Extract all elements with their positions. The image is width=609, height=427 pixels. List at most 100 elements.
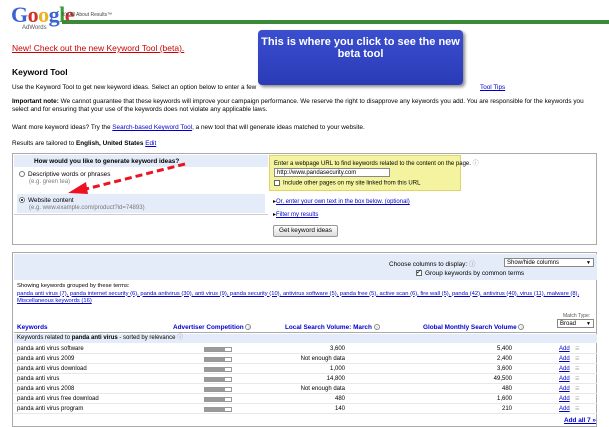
note-text: We cannot guarantee that these keywords …: [12, 98, 584, 113]
col-keywords[interactable]: Keywords: [17, 324, 48, 331]
own-text-option[interactable]: ▸Or, enter your own text in the box belo…: [273, 198, 410, 205]
local-volume-cell: 1,000: [329, 366, 345, 372]
url-prompt: Enter a webpage URL to find keywords rel…: [274, 161, 479, 167]
group-keywords-label: Group keywords by common terms: [425, 270, 525, 277]
filter-link[interactable]: Filter my results: [276, 212, 318, 218]
grouped-prefix: Showing keywords grouped by these terms:: [17, 283, 130, 289]
table-row: panda anti virus download 1,000 3,600 Add ☰: [14, 365, 597, 374]
header-bar: [62, 20, 609, 24]
keyword-cell: panda anti virus: [17, 376, 60, 382]
include-pages-option[interactable]: Include other pages on my site linked fr…: [274, 180, 420, 187]
get-keyword-ideas-button[interactable]: Get keyword ideas: [273, 225, 338, 237]
chevron-down-icon: ▼: [586, 260, 591, 266]
add-keyword-link[interactable]: Add: [559, 405, 570, 414]
website-label: Website content: [28, 197, 74, 204]
own-text-link[interactable]: Or, enter your own text in the box below…: [276, 199, 410, 205]
options-left-footer: [14, 214, 268, 245]
new-keyword-tool-link[interactable]: New! Check out the new Keyword Tool (bet…: [12, 43, 184, 53]
competition-bar-fill: [205, 358, 225, 361]
add-keyword-link[interactable]: Add: [559, 365, 570, 374]
more-suffix: , a new tool that will generate ideas ma…: [192, 124, 365, 131]
competition-bar: [204, 357, 232, 362]
table-row: panda anti virus software 3,600 5,400 Add ☰: [14, 345, 597, 354]
competition-bar: [204, 387, 232, 392]
search-based-tool-link[interactable]: Search-based Keyword Tool: [112, 124, 192, 131]
global-volume-cell: 5,400: [496, 346, 512, 352]
more-ideas-text: Want more keyword ideas? Try the Search-…: [12, 124, 365, 131]
competition-bar-fill: [205, 368, 225, 371]
red-arrow-annotation: [68, 162, 186, 194]
filter-option[interactable]: ▸Filter my results: [273, 211, 318, 218]
grouped-terms-links[interactable]: panda anti virus (7), panda internet sec…: [17, 291, 579, 305]
competition-bar-fill: [205, 348, 225, 351]
add-keyword-link[interactable]: Add: [559, 385, 570, 394]
grouped-terms: Showing keywords grouped by these terms:…: [17, 283, 597, 306]
col-global-volume[interactable]: Global Monthly Search Volume ?: [423, 324, 525, 331]
group-keywords-checkbox[interactable]: [416, 268, 422, 277]
keyword-cell: panda anti virus download: [17, 366, 87, 372]
tailored-value: English, United States: [75, 140, 144, 147]
more-prefix: Want more keyword ideas? Try the: [12, 124, 111, 131]
tailored-text: Results are tailored to English, United …: [12, 140, 156, 147]
keyword-cell: panda anti virus free download: [17, 396, 99, 402]
website-option[interactable]: Website content (e.g. www.example.com/pr…: [19, 197, 145, 211]
tool-tips-link[interactable]: Tool Tips: [480, 84, 505, 91]
important-note: Important note: We cannot guarantee that…: [12, 98, 602, 114]
intro-text: Use the Keyword Tool to get new keyword …: [12, 84, 257, 91]
global-volume-cell: 210: [501, 406, 512, 412]
competition-bar: [204, 377, 232, 382]
url-highlight-box: Enter a webpage URL to find keywords rel…: [269, 155, 479, 191]
add-keyword-link[interactable]: Add: [559, 345, 570, 354]
table-row: panda anti virus free download 480 1,600 Ad…: [14, 395, 597, 404]
add-options-icon[interactable]: ☰: [575, 395, 579, 404]
callout-annotation: This is where you click to see the new b…: [258, 30, 463, 85]
table-row: panda anti virus 2009 Not enough data 2,40…: [14, 355, 597, 364]
group-keywords-option[interactable]: Group keywords by common terms: [416, 268, 525, 277]
global-volume-cell: 3,600: [496, 366, 512, 372]
global-volume-cell: 49,500: [493, 376, 512, 382]
choose-columns-label: Choose columns to display: ⓘ: [389, 261, 476, 268]
add-keyword-link[interactable]: Add: [559, 395, 570, 404]
add-options-icon[interactable]: ☰: [575, 365, 579, 374]
group-row: Keywords related to panda anti virus - s…: [14, 334, 597, 343]
url-input[interactable]: http://www.pandasecurity.com: [274, 168, 390, 177]
local-volume-cell: 3,600: [329, 346, 345, 352]
include-pages-label: Include other pages on my site linked fr…: [283, 180, 421, 187]
competition-bar-fill: [205, 408, 225, 411]
local-volume-cell: Not enough data: [300, 386, 345, 392]
global-volume-cell: 2,400: [496, 356, 512, 362]
chevron-down-icon: ▼: [586, 321, 591, 327]
competition-bar-fill: [205, 388, 225, 391]
competition-bar: [204, 367, 232, 372]
local-volume-cell: 140: [334, 406, 345, 412]
header-divider: [14, 332, 597, 333]
website-radio[interactable]: [19, 197, 25, 204]
add-options-icon[interactable]: ☰: [575, 405, 579, 414]
page-title: Keyword Tool: [12, 67, 68, 77]
columns-select[interactable]: Show/hide columns ▼: [504, 258, 594, 267]
add-options-icon[interactable]: ☰: [575, 375, 579, 384]
add-options-icon[interactable]: ☰: [575, 385, 579, 394]
table-row: panda anti virus 14,800 49,500 Add ☰: [14, 375, 597, 384]
tagline: It's All About Results™: [62, 12, 113, 18]
add-keyword-link[interactable]: Add: [559, 375, 570, 384]
competition-bar: [204, 397, 232, 402]
descriptive-radio[interactable]: [19, 171, 25, 178]
include-pages-checkbox[interactable]: [274, 180, 280, 186]
competition-bar-fill: [205, 398, 225, 401]
add-options-icon[interactable]: ☰: [575, 355, 579, 364]
add-all-link[interactable]: Add all 7 »: [564, 417, 596, 424]
col-local-volume[interactable]: Local Search Volume: March ?: [285, 324, 380, 331]
tailored-prefix: Results are tailored to: [12, 140, 75, 147]
results-panel: Choose columns to display: ⓘ Show/hide c…: [12, 252, 597, 427]
competition-bar: [204, 347, 232, 352]
note-label: Important note:: [12, 98, 59, 105]
match-type-select[interactable]: Broad ▼: [557, 319, 594, 328]
global-volume-cell: 1,600: [496, 396, 512, 402]
competition-bar: [204, 407, 232, 412]
add-options-icon[interactable]: ☰: [575, 345, 579, 354]
edit-link[interactable]: Edit: [145, 140, 156, 147]
add-keyword-link[interactable]: Add: [559, 355, 570, 364]
col-competition[interactable]: Advertiser Competition ?: [173, 324, 252, 331]
competition-bar-fill: [205, 378, 225, 381]
